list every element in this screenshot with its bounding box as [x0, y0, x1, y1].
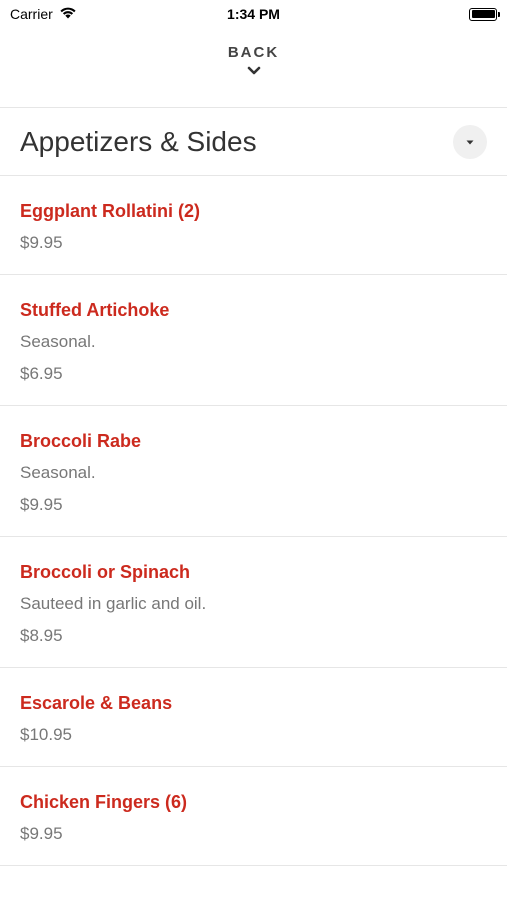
section-header: Appetizers & Sides	[0, 108, 507, 176]
item-price: $6.95	[20, 364, 63, 383]
section-dropdown-button[interactable]	[453, 125, 487, 159]
menu-list: Eggplant Rollatini (2) $9.95 Stuffed Art…	[0, 176, 507, 866]
item-price: $9.95	[20, 495, 63, 514]
section-title: Appetizers & Sides	[20, 126, 257, 157]
menu-item[interactable]: Broccoli or Spinach Sauteed in garlic an…	[0, 537, 507, 668]
status-left: Carrier	[10, 6, 77, 22]
chevron-down-icon	[247, 63, 261, 81]
item-description: Seasonal.	[20, 463, 96, 482]
item-name: Chicken Fingers (6)	[20, 792, 188, 812]
back-label: BACK	[227, 44, 280, 61]
battery-level	[471, 10, 495, 18]
item-price: $8.95	[20, 626, 63, 645]
carrier-label: Carrier	[10, 6, 53, 22]
menu-item[interactable]: Escarole & Beans $10.95	[0, 668, 507, 767]
menu-item[interactable]: Eggplant Rollatini (2) $9.95	[0, 176, 507, 275]
status-bar: Carrier 1:34 PM	[0, 0, 507, 28]
item-description: Sauteed in garlic and oil.	[20, 594, 207, 613]
item-price: $9.95	[20, 824, 63, 843]
menu-item[interactable]: Stuffed Artichoke Seasonal. $6.95	[0, 275, 507, 406]
item-name: Eggplant Rollatini (2)	[20, 201, 200, 221]
back-button[interactable]: BACK	[0, 44, 507, 94]
item-price: $9.95	[20, 233, 63, 252]
item-name: Broccoli or Spinach	[20, 562, 191, 582]
item-price: $10.95	[20, 725, 72, 744]
item-name: Broccoli Rabe	[20, 431, 142, 451]
battery-icon	[469, 7, 500, 21]
menu-item[interactable]: Broccoli Rabe Seasonal. $9.95	[0, 406, 507, 537]
item-name: Stuffed Artichoke	[20, 300, 170, 320]
item-description: Seasonal.	[20, 332, 96, 351]
wifi-icon	[59, 6, 77, 22]
item-name: Escarole & Beans	[20, 693, 173, 713]
caret-down-icon	[465, 133, 475, 151]
menu-item[interactable]: Chicken Fingers (6) $9.95	[0, 767, 507, 866]
